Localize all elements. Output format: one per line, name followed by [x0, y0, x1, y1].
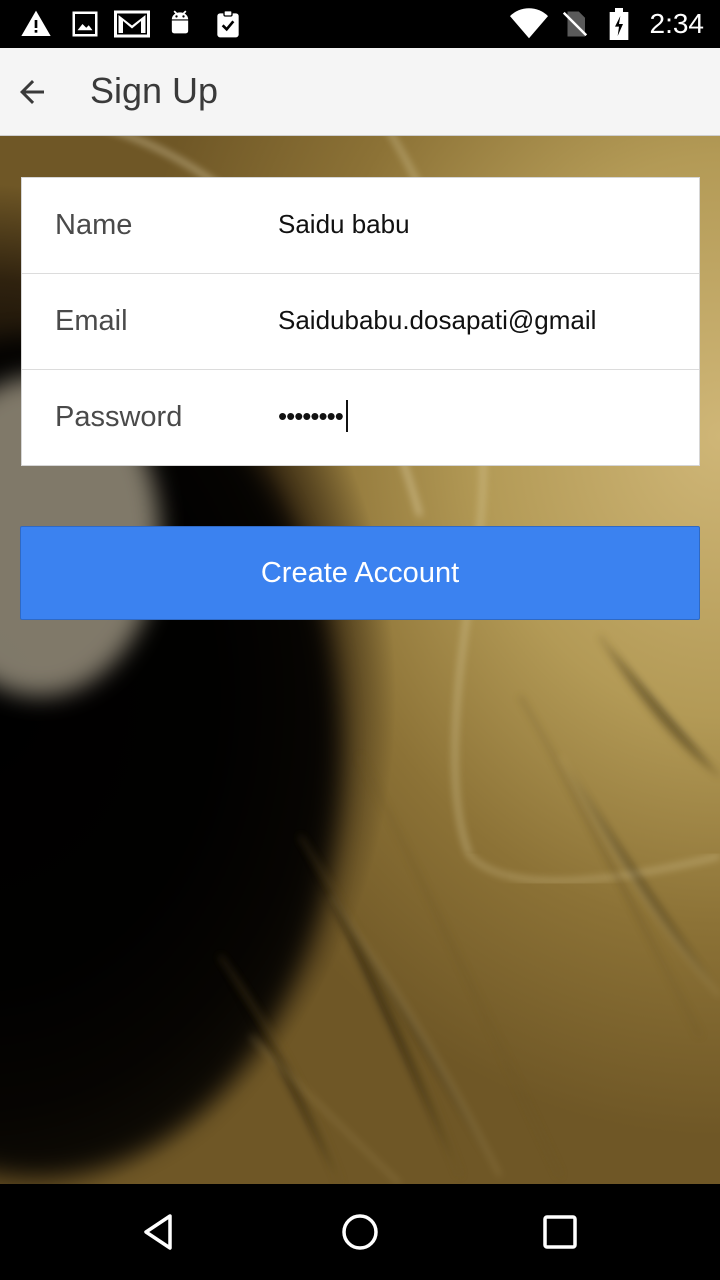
app-bar: Sign Up: [0, 48, 720, 136]
create-account-button[interactable]: Create Account: [20, 526, 700, 620]
signup-form: Name Saidu babu Email Saidubabu.dosapati…: [21, 177, 700, 466]
back-triangle-icon[interactable]: [136, 1208, 184, 1256]
recents-square-icon[interactable]: [536, 1208, 584, 1256]
password-value: ••••••••: [278, 401, 344, 431]
text-cursor: [345, 400, 348, 432]
status-bar: 2:34: [0, 0, 720, 48]
warning-icon: [21, 10, 51, 36]
navigation-bar: [0, 1184, 720, 1280]
image-icon: [72, 11, 98, 37]
password-label: Password: [55, 401, 183, 433]
name-field[interactable]: Saidu babu: [278, 204, 618, 244]
form-row-password: Password ••••••••: [22, 370, 699, 465]
status-time: 2:34: [649, 8, 705, 39]
page-title: Sign Up: [90, 70, 219, 111]
back-button[interactable]: [8, 68, 56, 116]
home-circle-icon[interactable]: [336, 1208, 384, 1256]
wifi-icon: [510, 8, 548, 39]
email-label: Email: [55, 305, 128, 337]
clipboard-check-icon: [217, 10, 239, 38]
form-row-name: Name Saidu babu: [22, 178, 699, 274]
android-icon: [171, 10, 189, 34]
form-row-email: Email Saidubabu.dosapati@gmail: [22, 274, 699, 370]
email-field[interactable]: Saidubabu.dosapati@gmail: [278, 300, 618, 340]
gmail-icon: [114, 10, 150, 38]
password-field[interactable]: ••••••••: [278, 396, 618, 436]
arrow-back-icon: [20, 80, 44, 104]
battery-charging-icon: [609, 8, 629, 40]
no-sim-icon: [562, 11, 588, 37]
name-label: Name: [55, 209, 133, 241]
